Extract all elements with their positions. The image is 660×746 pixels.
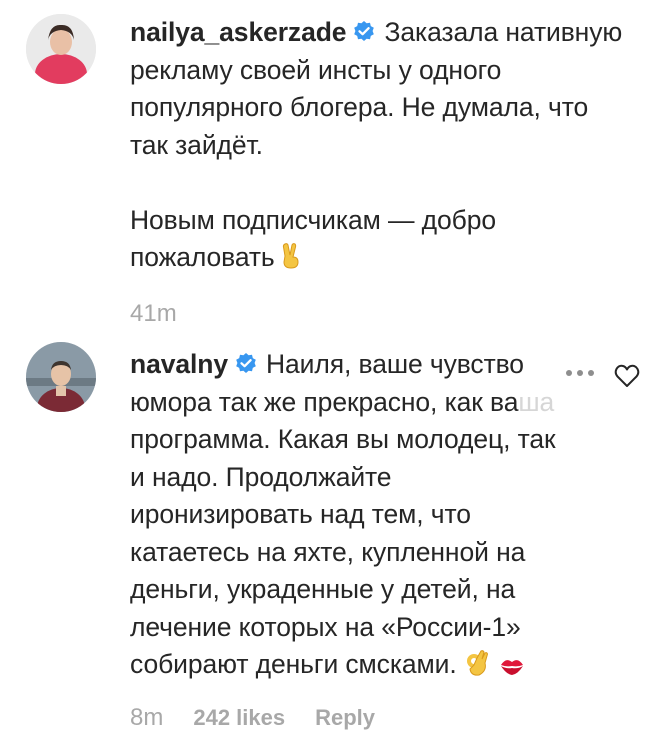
avatar-image: [26, 14, 96, 84]
more-options-icon[interactable]: [566, 366, 600, 380]
comment-line: программа. Какая вы молодец, так: [130, 424, 556, 454]
likes-count-button[interactable]: 242 likes: [193, 705, 285, 731]
ok-hand-emoji-icon: [465, 649, 491, 688]
comment-faded-text: ша: [518, 386, 555, 417]
avatar[interactable]: [26, 14, 96, 84]
comment-line: Новым подписчикам — добро: [130, 204, 496, 235]
comment-line: и надо. Продолжайте: [130, 461, 392, 492]
comment-line: катаетесь на яхте, купленной на: [130, 536, 526, 567]
username-link[interactable]: navalny: [130, 349, 228, 379]
comment-line: юмора так же прекрасно, как ва: [130, 386, 519, 417]
comment-body: nailya_askerzade Заказала нативную реклам…: [130, 14, 622, 281]
reply-button[interactable]: Reply: [315, 705, 375, 731]
verified-badge-icon: [354, 21, 375, 41]
timestamp: 8m: [130, 704, 164, 731]
comment-line: популярного блогера. Не думала, что: [130, 92, 589, 122]
verified-badge-icon: [236, 353, 256, 373]
comment-line: собирают деньги смсками.: [130, 649, 457, 679]
avatar[interactable]: [26, 342, 96, 412]
like-heart-icon[interactable]: [614, 364, 640, 388]
comment-line: лечение которых на «России-1»: [130, 611, 521, 642]
comment-line: Заказала нативную: [384, 17, 623, 47]
comment-line: пожаловать: [130, 242, 275, 272]
timestamp: 41m: [130, 300, 177, 327]
comment-line: рекламу своей инсты у одного: [130, 54, 502, 85]
comment-line: так зайдёт.: [130, 129, 263, 160]
kiss-mark-emoji-icon: [499, 650, 525, 688]
victory-hand-emoji-icon: [279, 242, 303, 281]
comment-meta: 41m: [130, 300, 177, 328]
username-link[interactable]: nailya_askerzade: [130, 17, 347, 47]
comment-body: navalny Наиля, ваше чувство юмора так же …: [130, 346, 556, 688]
comment-line: Наиля, ваше чувство: [266, 349, 524, 379]
avatar-image: [26, 342, 96, 412]
comment-meta: 8m 242 likes Reply: [130, 704, 375, 732]
comment-line: деньги, украденные у детей, на: [130, 574, 516, 604]
comment-line: иронизировать над тем, что: [130, 499, 471, 529]
